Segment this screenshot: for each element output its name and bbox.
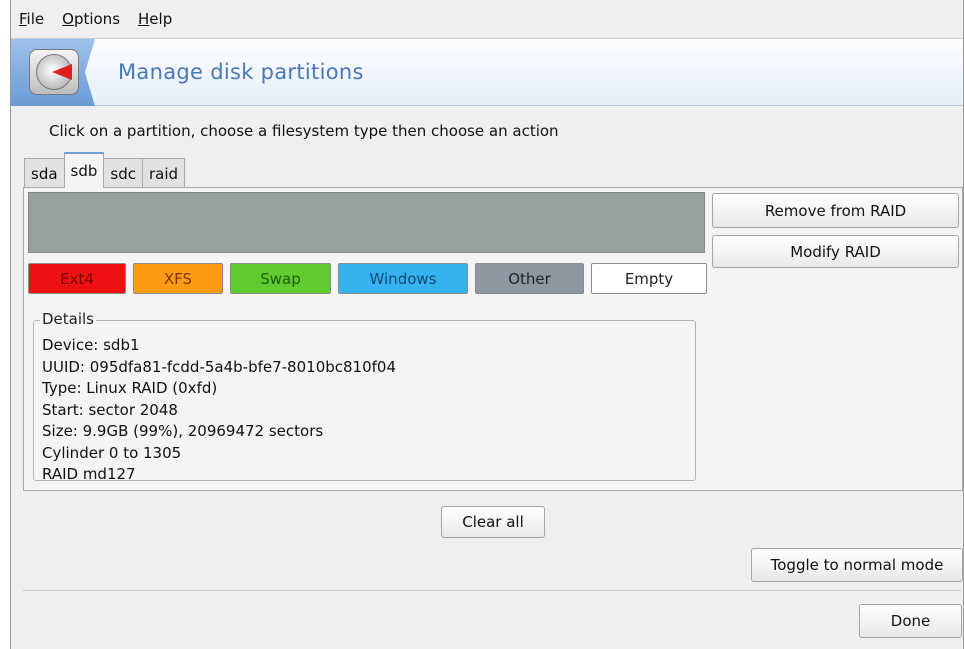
menu-help[interactable]: Help bbox=[138, 10, 172, 28]
menu-file[interactable]: File bbox=[19, 10, 44, 28]
detail-device: Device: sdb1 bbox=[42, 336, 140, 354]
modify-raid-button[interactable]: Modify RAID bbox=[712, 235, 959, 268]
fs-windows-button[interactable]: Windows bbox=[338, 263, 468, 294]
disk-tabs: sda sdb sdc raid bbox=[24, 152, 186, 188]
partition-sdb1-bar[interactable] bbox=[28, 192, 705, 253]
page-banner: Manage disk partitions bbox=[11, 38, 963, 106]
fs-ext4-button[interactable]: Ext4 bbox=[28, 263, 126, 294]
tab-raid[interactable]: raid bbox=[141, 158, 186, 188]
filesystem-type-row: Ext4 XFS Swap Windows Other Empty bbox=[28, 263, 714, 294]
tab-sdc[interactable]: sdc bbox=[103, 158, 143, 188]
page-title: Manage disk partitions bbox=[118, 60, 364, 84]
instruction-text: Click on a partition, choose a filesyste… bbox=[49, 122, 559, 140]
remove-from-raid-button[interactable]: Remove from RAID bbox=[712, 193, 959, 228]
detail-type: Type: Linux RAID (0xfd) bbox=[42, 379, 218, 397]
done-button[interactable]: Done bbox=[859, 604, 962, 638]
clear-all-button[interactable]: Clear all bbox=[441, 506, 545, 538]
detail-uuid: UUID: 095dfa81-fcdd-5a4b-bfe7-8010bc810f… bbox=[42, 357, 397, 376]
toggle-normal-mode-button[interactable]: Toggle to normal mode bbox=[751, 548, 963, 582]
tab-sdb[interactable]: sdb bbox=[63, 152, 105, 188]
detail-raid: RAID md127 bbox=[42, 465, 136, 479]
details-legend: Details bbox=[40, 310, 97, 328]
detail-cylinder: Cylinder 0 to 1305 bbox=[42, 443, 182, 462]
menu-options[interactable]: Options bbox=[62, 10, 120, 28]
detail-size: Size: 9.9GB (99%), 20969472 sectors bbox=[42, 422, 324, 440]
separator-line bbox=[23, 590, 961, 591]
menu-bar: File Options Help bbox=[11, 0, 963, 38]
fs-empty-button[interactable]: Empty bbox=[591, 263, 707, 294]
fs-swap-button[interactable]: Swap bbox=[230, 263, 331, 294]
details-text[interactable]: Device: sdb1 UUID: 095dfa81-fcdd-5a4b-bf… bbox=[42, 335, 687, 479]
partition-manager-window: File Options Help Manage disk partitions… bbox=[10, 0, 964, 649]
detail-start: Start: sector 2048 bbox=[42, 400, 178, 419]
details-group: Details Device: sdb1 UUID: 095dfa81-fcdd… bbox=[33, 310, 696, 481]
hard-disk-icon bbox=[29, 49, 79, 95]
disk-panel: Ext4 XFS Swap Windows Other Empty Detail… bbox=[23, 187, 963, 491]
tab-sda[interactable]: sda bbox=[24, 158, 65, 188]
fs-other-button[interactable]: Other bbox=[475, 263, 584, 294]
fs-xfs-button[interactable]: XFS bbox=[133, 263, 223, 294]
